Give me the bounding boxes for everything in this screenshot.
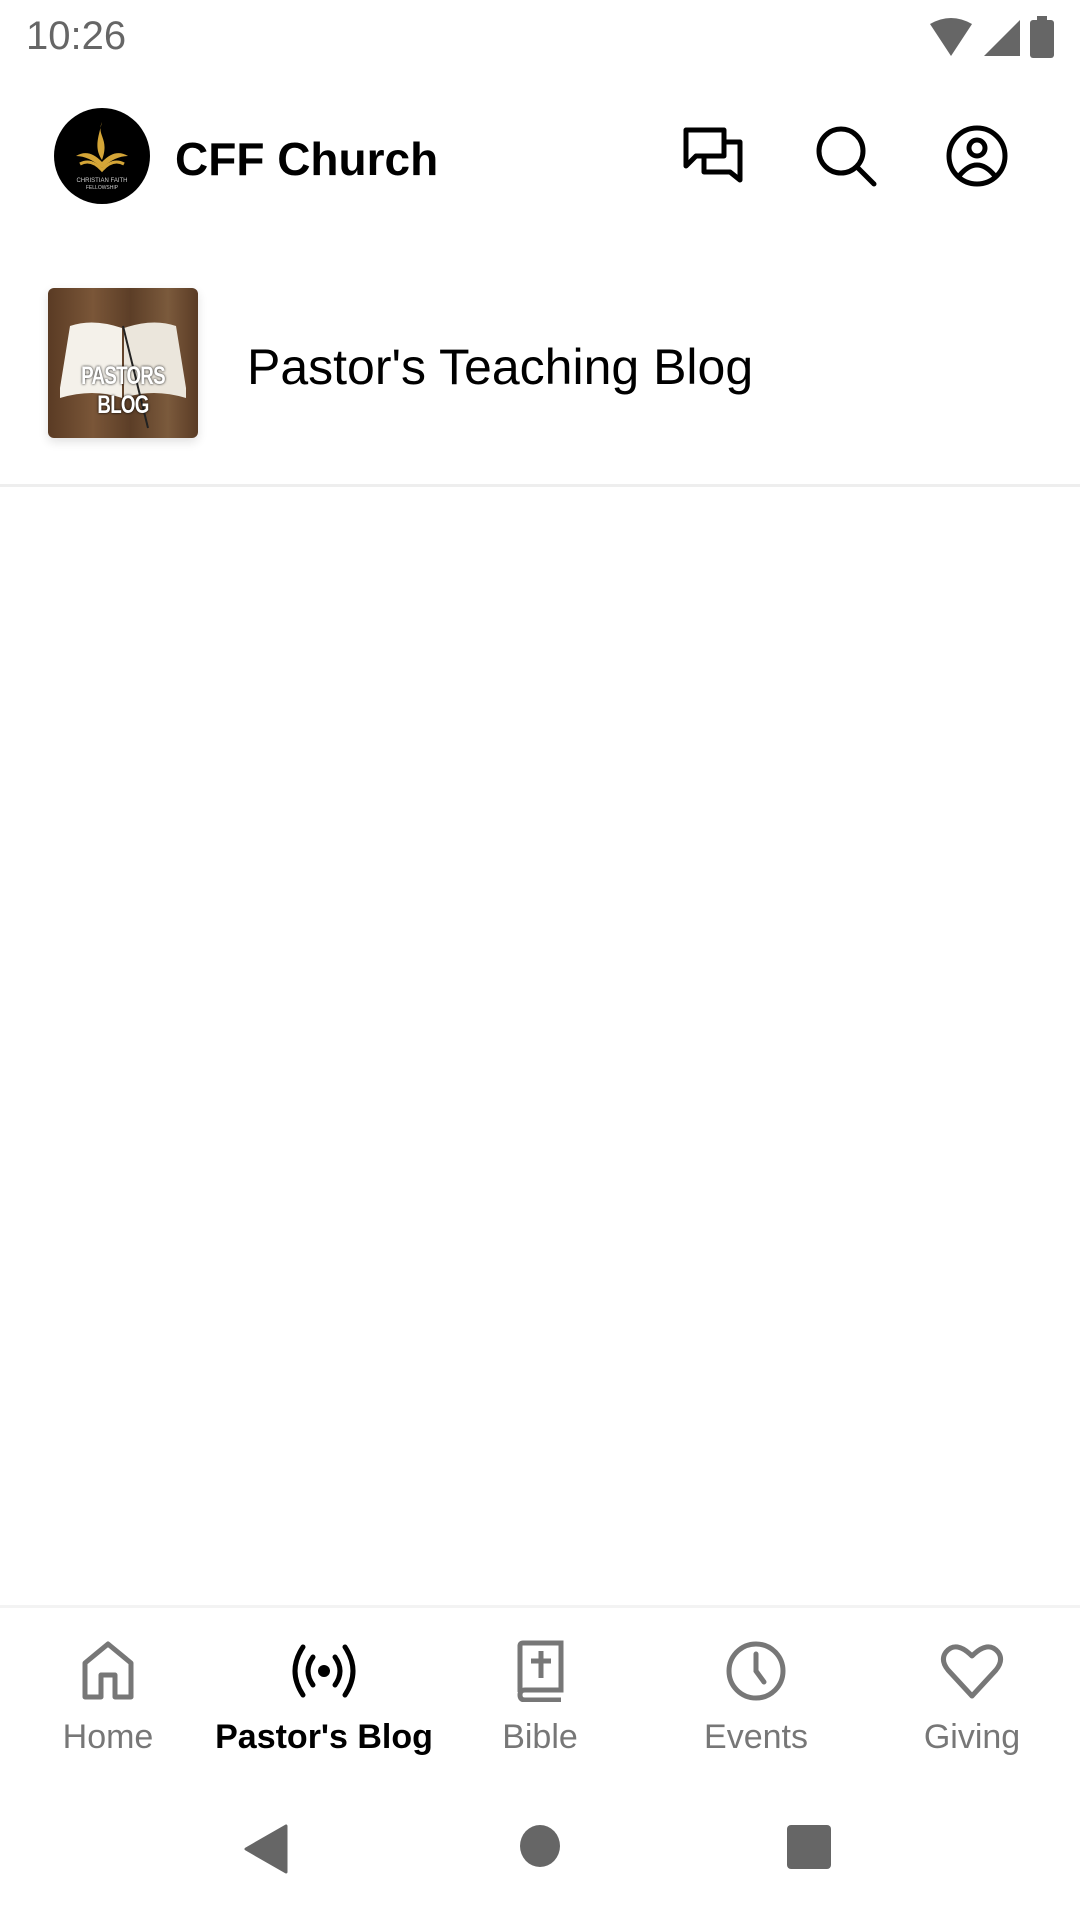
search-button[interactable] xyxy=(813,123,879,189)
nav-pastors-blog[interactable]: Pastor's Blog xyxy=(215,1638,433,1778)
back-icon[interactable] xyxy=(244,1824,288,1874)
svg-text:FELLOWSHIP: FELLOWSHIP xyxy=(86,185,119,191)
status-time: 10:26 xyxy=(26,14,127,58)
nav-events[interactable]: Events xyxy=(648,1638,864,1778)
wifi-icon xyxy=(930,18,972,56)
search-icon xyxy=(816,126,877,187)
battery-icon xyxy=(1030,16,1054,58)
nav-events-label: Events xyxy=(704,1718,808,1756)
bottom-navigation: Home Pastor's Blog Bible Events Giving xyxy=(0,1605,1080,1778)
system-navigation-bar xyxy=(0,1780,1080,1920)
svg-text:CHRISTIAN FAITH: CHRISTIAN FAITH xyxy=(76,178,127,184)
nav-giving[interactable]: Giving xyxy=(864,1638,1080,1778)
home-icon xyxy=(82,1641,134,1700)
broadcast-icon xyxy=(292,1644,356,1698)
bible-icon xyxy=(517,1640,564,1702)
feed-item-title: Pastor's Teaching Blog xyxy=(247,339,754,395)
blog-thumbnail: PASTORS BLOG xyxy=(48,288,198,438)
clock-icon xyxy=(726,1641,786,1701)
nav-bible-label: Bible xyxy=(502,1718,578,1756)
account-icon xyxy=(946,125,1008,187)
app-title: CFF Church xyxy=(175,133,439,185)
signal-icon xyxy=(984,20,1020,56)
nav-giving-label: Giving xyxy=(923,1718,1021,1756)
flame-logo-icon: CHRISTIAN FAITH FELLOWSHIP xyxy=(76,122,128,191)
nav-pastors-blog-label: Pastor's Blog xyxy=(215,1718,433,1756)
heart-icon xyxy=(940,1644,1004,1699)
nav-home-label: Home xyxy=(62,1718,154,1756)
chat-icon xyxy=(683,127,743,183)
nav-bible[interactable]: Bible xyxy=(432,1638,648,1778)
thumbnail-caption: PASTORS BLOG xyxy=(81,362,165,419)
account-button[interactable] xyxy=(944,123,1010,189)
feed-item[interactable]: PASTORS BLOG Pastor's Teaching Blog xyxy=(0,270,1080,487)
home-system-icon[interactable] xyxy=(519,1824,561,1868)
status-bar: 10:26 xyxy=(0,0,1080,75)
app-bar: CHRISTIAN FAITH FELLOWSHIP CFF Church xyxy=(0,95,1080,220)
church-logo[interactable]: CHRISTIAN FAITH FELLOWSHIP xyxy=(54,108,150,204)
chat-button[interactable] xyxy=(681,123,747,189)
recents-icon[interactable] xyxy=(786,1824,832,1870)
nav-home[interactable]: Home xyxy=(0,1638,216,1778)
